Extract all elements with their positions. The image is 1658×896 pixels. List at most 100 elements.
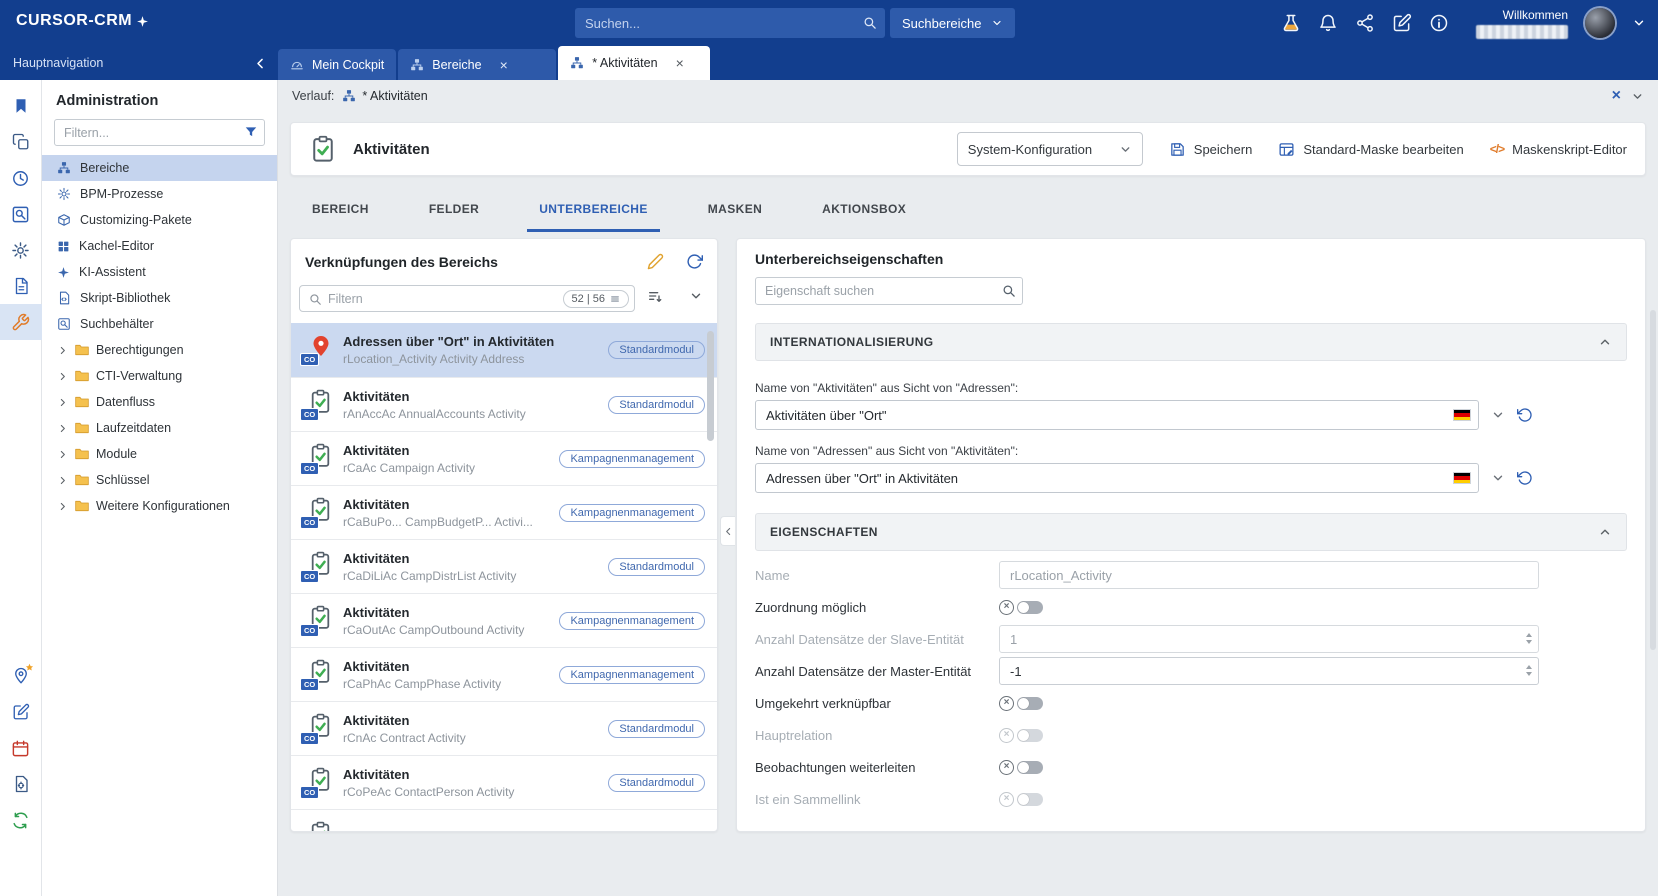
slave-count-input[interactable] [999,625,1539,653]
property-row-zuordnung-moeglich: Zuordnung möglich × [755,591,1627,623]
save-button[interactable]: Speichern [1169,141,1253,158]
property-search-input[interactable] [755,277,1023,305]
toggle-x-icon: × [999,728,1014,743]
list-item[interactable]: CO AktivitätenrCaOutAc CampOutbound Acti… [291,593,717,647]
sidebar-folder-module[interactable]: Module [42,441,277,467]
sort-icon[interactable] [647,287,663,304]
reports-rail-item[interactable] [0,268,42,304]
info-icon[interactable] [1429,13,1449,33]
tab-unterbereiche[interactable]: UNTERBEREICHE [527,196,660,232]
sidebar-item-customizing-pakete[interactable]: Customizing-Pakete [42,207,277,233]
location-favorites-rail-item[interactable] [0,658,42,694]
collapse-navigation-icon[interactable] [253,56,268,71]
links-filter-input[interactable] [322,292,563,306]
close-view-icon[interactable]: × [1612,88,1621,104]
list-item[interactable]: CO AktivitätenrCoPeAc ContactPerson Acti… [291,755,717,809]
search-scope-button[interactable]: Suchbereiche [890,8,1015,38]
chevron-right-icon [57,371,68,382]
avatar[interactable] [1585,8,1615,38]
main-navigation-title: Hauptnavigation [13,56,103,70]
sidebar-folder-weitere-konfigurationen[interactable]: Weitere Konfigurationen [42,493,277,519]
copy-pages-rail-item[interactable] [0,124,42,160]
sidebar-filter-input[interactable] [54,119,265,146]
notes-rail-item[interactable] [0,694,42,730]
undo-icon[interactable] [1517,470,1533,486]
chevron-down-icon [991,17,1003,29]
refresh-icon[interactable] [686,253,703,270]
sync-rail-item[interactable] [0,802,42,838]
document-settings-rail-item[interactable] [0,766,42,802]
name-input[interactable] [999,561,1539,589]
tab-felder[interactable]: FELDER [417,196,491,232]
expand-options-chevron-icon[interactable] [689,288,703,304]
number-stepper-icon[interactable] [1526,665,1532,676]
language-dropdown-chevron-icon[interactable] [1491,471,1505,485]
list-item[interactable]: CO Adressen über "Ort" in AktivitätenrLo… [291,323,717,377]
undo-icon[interactable] [1517,407,1533,423]
calendar-rail-item[interactable] [0,730,42,766]
global-search-input[interactable] [575,8,885,38]
zuordnung-moeglich-toggle[interactable]: × [999,600,1043,615]
number-stepper-icon[interactable] [1526,633,1532,644]
edit-pencil-icon[interactable] [647,253,664,270]
edit-standard-mask-button[interactable]: Standard-Maske bearbeiten [1278,141,1463,158]
co-badge: CO [300,624,319,637]
share-icon[interactable] [1355,13,1375,33]
main-scrollbar[interactable] [1650,310,1656,650]
sidebar-item-kachel-editor[interactable]: Kachel-Editor [42,233,277,259]
user-menu-chevron-icon[interactable] [1632,16,1646,30]
sidebar-item-ki-assistent[interactable]: KI-Assistent [42,259,277,285]
configuration-select[interactable]: System-Konfiguration [957,132,1143,166]
section-eigenschaften[interactable]: EIGENSCHAFTEN [755,513,1627,551]
list-item[interactable]: CO AktivitätenrAnAccAc AnnualAccounts Ac… [291,377,717,431]
close-tab-icon[interactable]: × [500,58,508,72]
collapse-panel-handle[interactable] [720,516,735,546]
list-item[interactable]: CO AktivitätenrCnAc Contract Activity St… [291,701,717,755]
sidebar-item-suchbehaelter[interactable]: Suchbehälter [42,311,277,337]
list-item[interactable]: CO AktivitätenrCaBuPo... CampBudgetP... … [291,485,717,539]
mask-script-editor-button[interactable]: </> Maskenskript-Editor [1490,142,1627,157]
close-tab-icon[interactable]: × [676,56,684,70]
tab-bereiche[interactable]: Bereiche × [398,49,556,80]
property-row-master-anzahl: Anzahl Datensätze der Master-Entität [755,655,1627,687]
sidebar-folder-laufzeitdaten[interactable]: Laufzeitdaten [42,415,277,441]
search-icon[interactable] [862,15,877,30]
edit-window-icon[interactable] [1392,13,1412,33]
language-dropdown-chevron-icon[interactable] [1491,408,1505,422]
intl-name-input-2[interactable] [755,463,1479,493]
sidebar-item-bereiche[interactable]: Bereiche [42,155,277,181]
tab-mein-cockpit[interactable]: Mein Cockpit [278,49,396,80]
filter-funnel-icon[interactable] [244,125,258,139]
sidebar-folder-datenfluss[interactable]: Datenfluss [42,389,277,415]
sammellink-toggle: × [999,792,1043,807]
list-scrollbar[interactable] [707,331,714,441]
administration-wrench-rail-item[interactable] [0,304,42,340]
tab-aktivitaeten[interactable]: * Aktivitäten × [558,46,710,80]
beaker-icon[interactable] [1281,13,1301,33]
bookmarks-rail-item[interactable] [0,88,42,124]
module-badge: Standardmodul [608,720,705,738]
notifications-bell-icon[interactable] [1318,13,1338,33]
list-item[interactable] [291,809,717,831]
list-item[interactable]: CO AktivitätenrCaDiLiAc CampDistrList Ac… [291,539,717,593]
list-item[interactable]: CO AktivitätenrCaPhAc CampPhase Activity… [291,647,717,701]
section-internationalisierung[interactable]: INTERNATIONALISIERUNG [755,323,1627,361]
intl-name-input-1[interactable] [755,400,1479,430]
breadcrumb-item-aktivitaeten[interactable]: * Aktivitäten [342,89,427,103]
expand-history-icon[interactable] [1631,90,1644,103]
list-item[interactable]: CO AktivitätenrCaAc Campaign Activity Ka… [291,431,717,485]
tab-bereich[interactable]: BEREICH [300,196,381,232]
sidebar-item-bpm-prozesse[interactable]: BPM-Prozesse [42,181,277,207]
master-count-input[interactable] [999,657,1539,685]
tab-masken[interactable]: MASKEN [696,196,774,232]
beobachtungen-weiterleiten-toggle[interactable]: × [999,760,1043,775]
search-rail-item[interactable] [0,196,42,232]
umgekehrt-verknuepfbar-toggle[interactable]: × [999,696,1043,711]
sidebar-folder-schluessel[interactable]: Schlüssel [42,467,277,493]
settings-gear-rail-item[interactable] [0,232,42,268]
history-rail-item[interactable] [0,160,42,196]
sidebar-item-skript-bibliothek[interactable]: Skript-Bibliothek [42,285,277,311]
sidebar-folder-cti-verwaltung[interactable]: CTI-Verwaltung [42,363,277,389]
sidebar-folder-berechtigungen[interactable]: Berechtigungen [42,337,277,363]
tab-aktionsbox[interactable]: AKTIONSBOX [810,196,918,232]
